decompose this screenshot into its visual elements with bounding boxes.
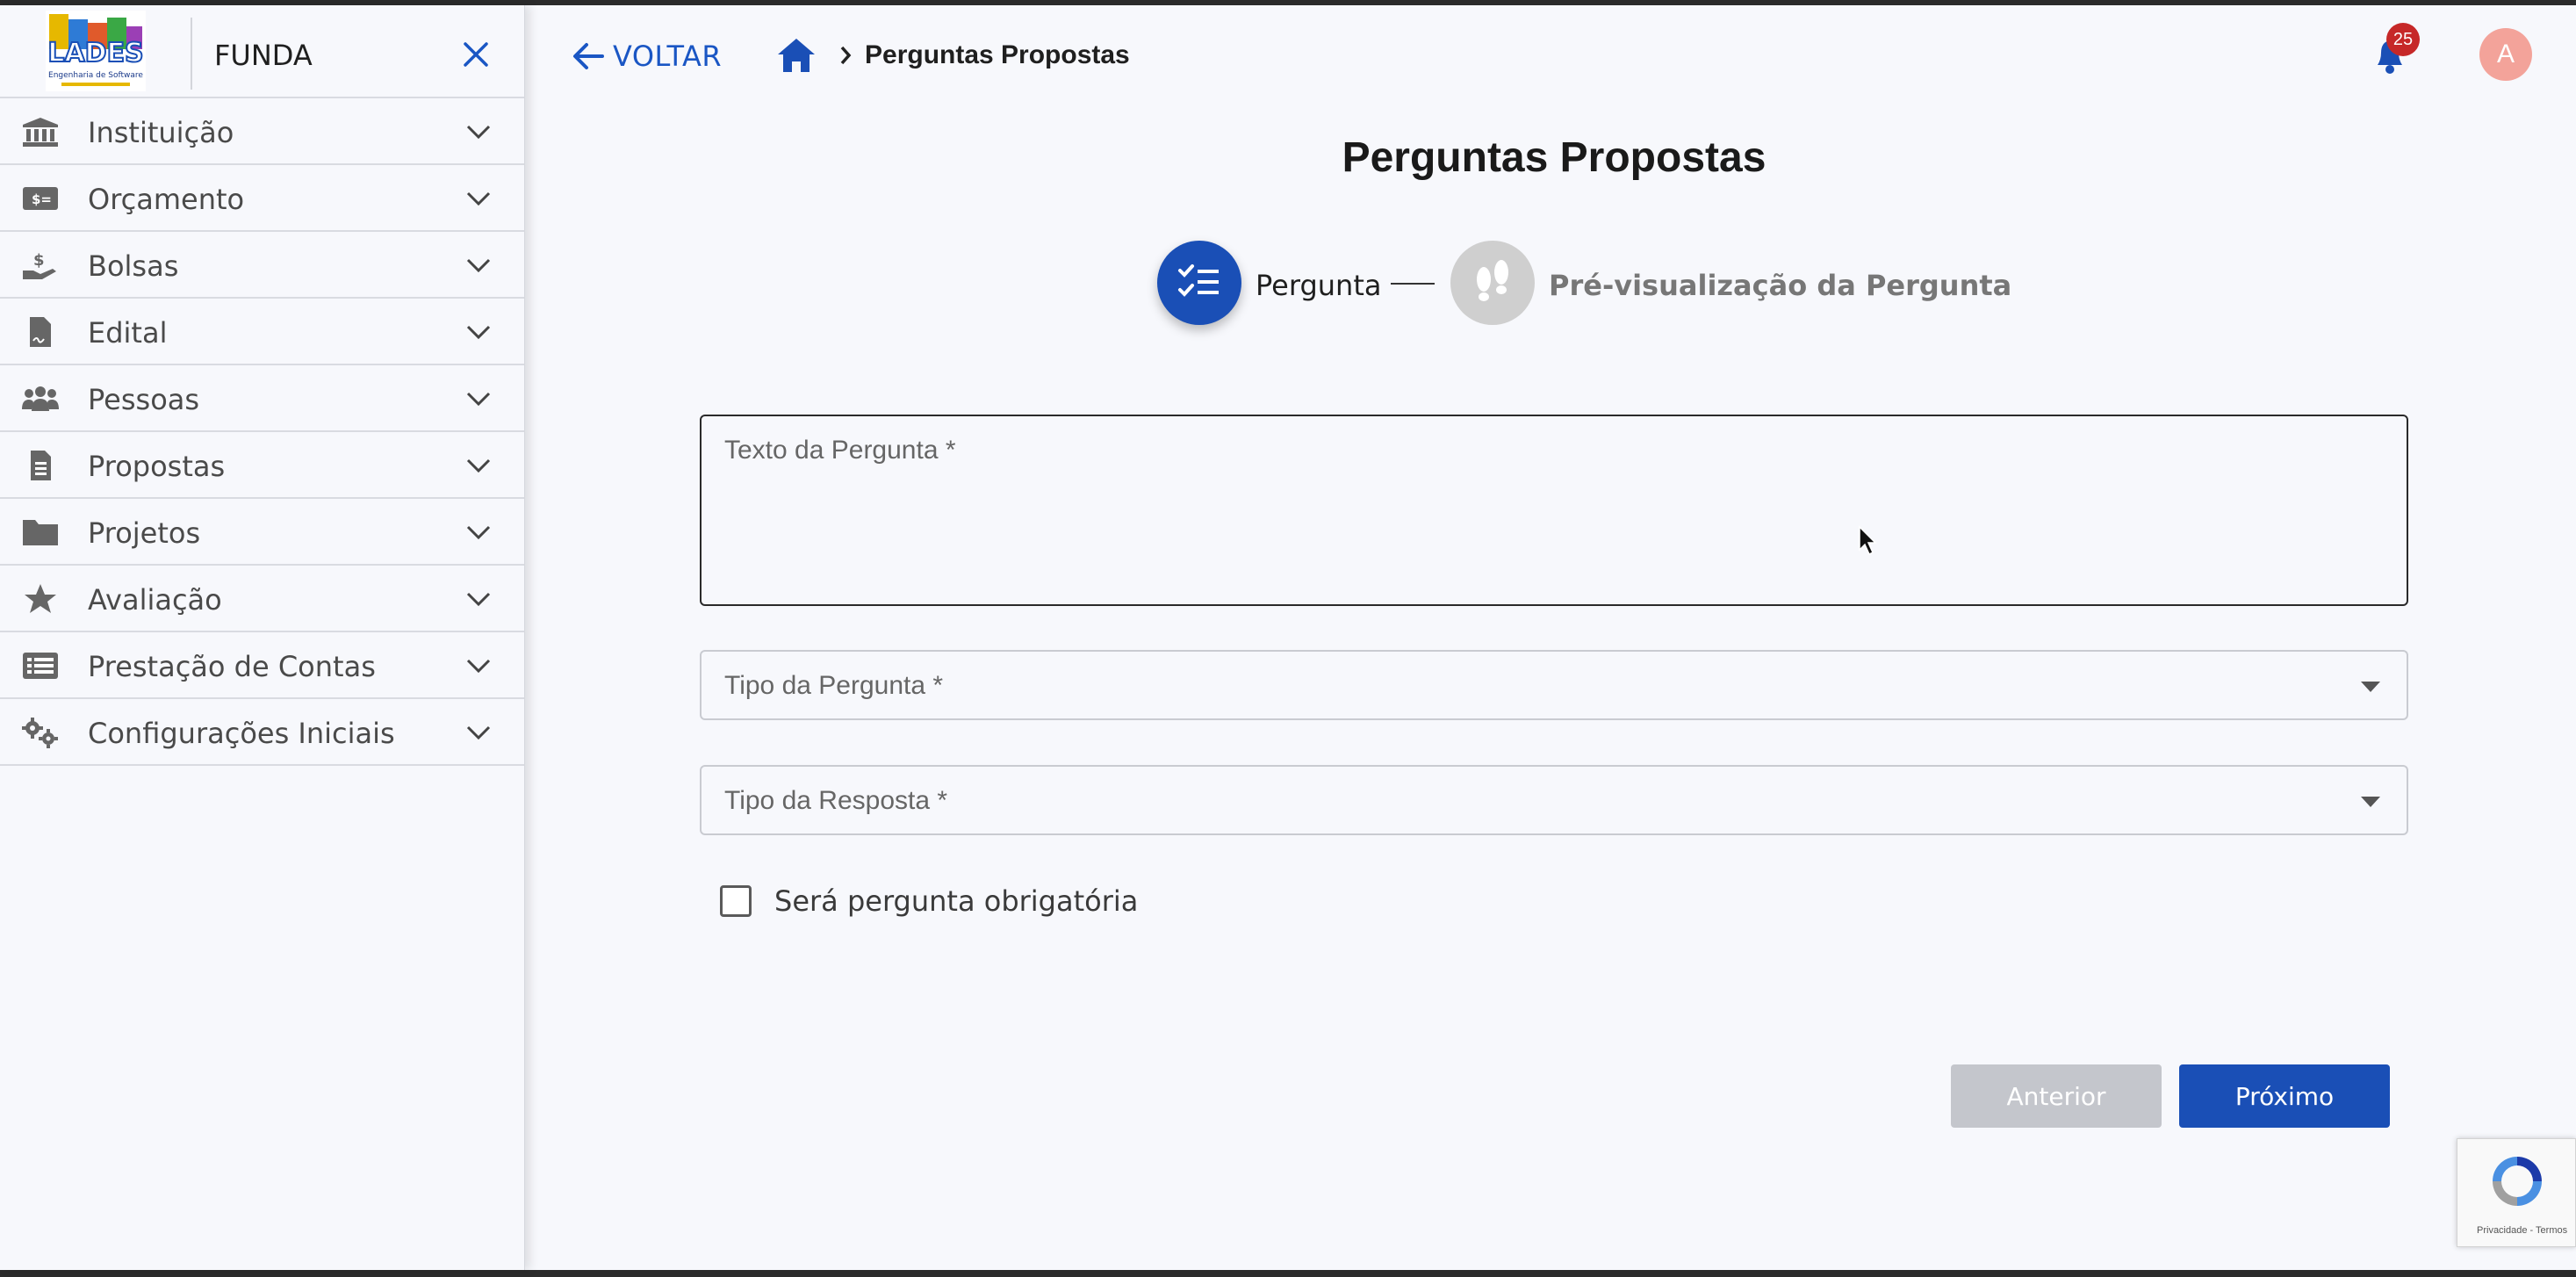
mouse-pointer-icon [1859, 525, 1877, 556]
svg-text:$: $ [33, 251, 45, 270]
caret-down-icon [2361, 682, 2380, 692]
institution-icon [23, 118, 58, 147]
sidebar-item-orcamento[interactable]: $= Orçamento [0, 165, 524, 232]
chevron-down-icon [466, 659, 491, 674]
svg-text:Engenharia de Software: Engenharia de Software [48, 71, 143, 80]
sidebar-item-projetos[interactable]: Projetos [0, 499, 524, 566]
chevron-down-icon [466, 725, 491, 740]
header-divider [191, 18, 192, 90]
svg-text:$=: $= [32, 191, 52, 207]
recaptcha-badge[interactable]: Privacidade - Termos [2457, 1138, 2576, 1247]
step-pergunta-label: Pergunta [1256, 269, 1382, 302]
sidebar-item-label: Instituição [88, 116, 234, 149]
sidebar-item-prestacao-de-contas[interactable]: Prestação de Contas [0, 632, 524, 699]
users-icon [22, 386, 59, 411]
sidebar-item-bolsas[interactable]: $ Bolsas [0, 232, 524, 299]
chevron-right-icon [840, 46, 852, 65]
sidebar-item-label: Prestação de Contas [88, 650, 376, 683]
sidebar-item-label: Bolsas [88, 249, 179, 283]
sidebar-item-label: Orçamento [88, 183, 245, 216]
step-preview-indicator[interactable] [1450, 241, 1535, 325]
previous-button[interactable]: Anterior [1951, 1064, 2162, 1128]
close-icon[interactable] [458, 37, 493, 72]
file-lines-icon [31, 451, 51, 480]
sidebar-item-edital[interactable]: Edital [0, 299, 524, 365]
sidebar-item-label: Configurações Iniciais [88, 717, 395, 750]
chevron-down-icon [466, 125, 491, 140]
required-question-checkbox[interactable] [720, 885, 752, 917]
lades-logo: LADES Engenharia de Software [46, 11, 146, 91]
sidebar-item-instituicao[interactable]: Instituição [0, 98, 524, 165]
user-avatar[interactable]: A [2479, 28, 2532, 81]
sidebar-item-avaliacao[interactable]: Avaliação [0, 566, 524, 632]
sidebar-item-pessoas[interactable]: Pessoas [0, 365, 524, 432]
list-icon [23, 653, 58, 679]
sidebar-item-propostas[interactable]: Propostas [0, 432, 524, 499]
chevron-down-icon [466, 191, 491, 206]
money-bill-icon: $= [23, 187, 58, 210]
gears-icon [22, 718, 58, 748]
sidebar-item-label: Pessoas [88, 383, 200, 416]
answer-type-select[interactable]: Tipo da Resposta * [700, 765, 2408, 835]
breadcrumb-current: Perguntas Propostas [865, 40, 1130, 69]
folder-icon [23, 520, 58, 545]
hand-holding-dollar-icon: $ [23, 251, 56, 279]
required-question-label: Será pergunta obrigatória [774, 884, 1139, 918]
sidebar-item-label: Propostas [88, 450, 226, 483]
sidebar: LADES Engenharia de Software FUNDA Insti… [0, 5, 525, 1270]
chevron-down-icon [466, 325, 491, 340]
recaptcha-links[interactable]: Privacidade - Termos [2477, 1225, 2567, 1236]
page-title: Perguntas Propostas [1342, 134, 1767, 181]
chevron-down-icon [466, 258, 491, 273]
question-type-label: Tipo da Pergunta * [724, 671, 944, 700]
file-signature-icon [30, 317, 51, 347]
question-type-select[interactable]: Tipo da Pergunta * [700, 650, 2408, 720]
sidebar-item-label: Avaliação [88, 583, 222, 617]
sidebar-header: LADES Engenharia de Software FUNDA [0, 5, 524, 98]
sidebar-nav: Instituição $= Orçamento $ Bolsas Edital… [0, 98, 524, 766]
step-pergunta-indicator[interactable] [1157, 241, 1241, 325]
question-text-label: Texto da Pergunta * [724, 436, 956, 465]
footprints-icon [1477, 260, 1508, 301]
brand-name: FUNDA [214, 39, 313, 72]
app-window: LADES Engenharia de Software FUNDA Insti… [0, 5, 2576, 1270]
list-check-icon [1178, 264, 1219, 297]
recaptcha-icon [2493, 1157, 2542, 1206]
chevron-down-icon [466, 458, 491, 473]
sidebar-item-label: Projetos [88, 516, 201, 550]
star-icon [25, 584, 56, 613]
chevron-down-icon [466, 392, 491, 407]
sidebar-item-label: Edital [88, 316, 168, 350]
stepper-connector [1391, 283, 1435, 285]
caret-down-icon [2361, 797, 2380, 807]
back-label: VOLTAR [613, 40, 723, 73]
answer-type-label: Tipo da Resposta * [724, 786, 948, 815]
next-button[interactable]: Próximo [2179, 1064, 2390, 1128]
notification-count-badge: 25 [2386, 23, 2420, 56]
arrow-left-icon [573, 43, 604, 69]
sidebar-item-configuracoes-iniciais[interactable]: Configurações Iniciais [0, 699, 524, 766]
question-text-field[interactable]: Texto da Pergunta * [700, 415, 2408, 606]
home-icon[interactable] [776, 37, 817, 74]
chevron-down-icon [466, 592, 491, 607]
chevron-down-icon [466, 525, 491, 540]
step-preview-label: Pré-visualização da Pergunta [1549, 269, 2012, 302]
back-button[interactable]: VOLTAR [572, 35, 722, 77]
svg-text:LADES: LADES [47, 38, 143, 69]
required-question-checkbox-row[interactable]: Será pergunta obrigatória [720, 884, 1138, 919]
